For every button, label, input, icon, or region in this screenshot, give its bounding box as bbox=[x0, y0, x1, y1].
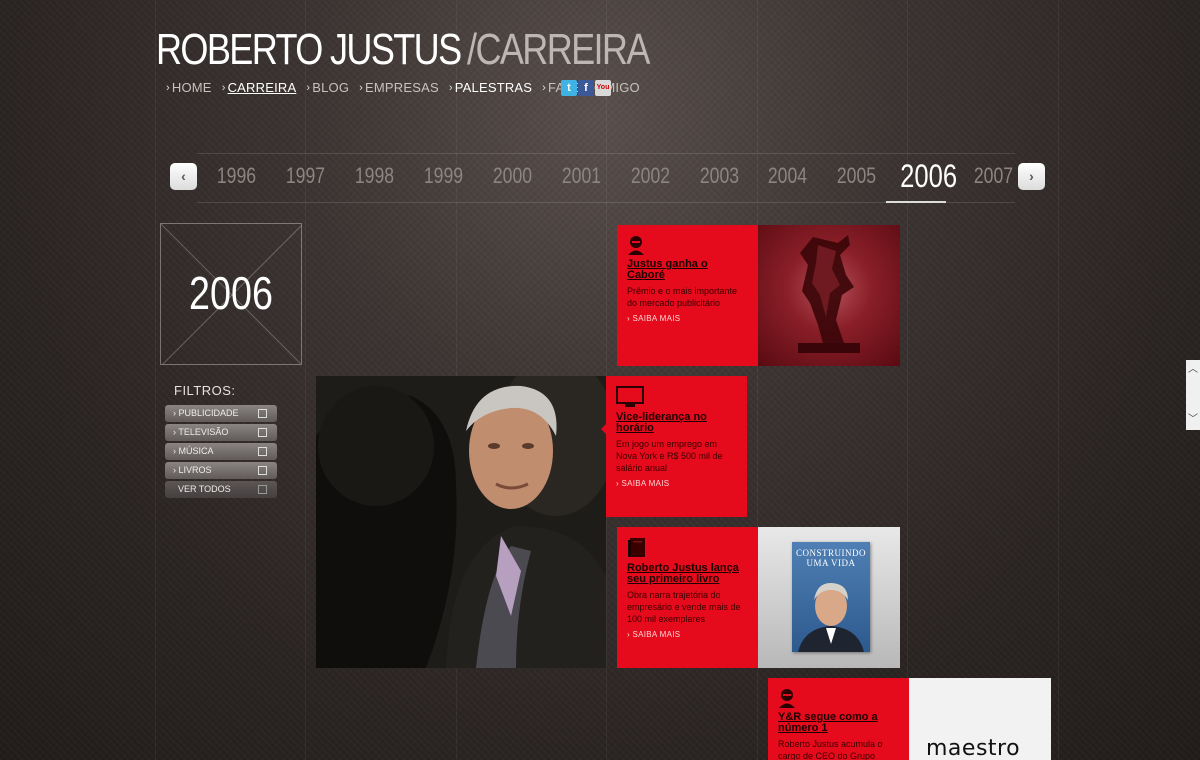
card-title[interactable]: Roberto Justus lança seu primeiro livro bbox=[627, 563, 748, 585]
timeline-year-2007[interactable]: 2007 bbox=[974, 163, 1013, 189]
timeline-year-2004[interactable]: 2004 bbox=[768, 163, 807, 189]
timeline-year-2002[interactable]: 2002 bbox=[631, 163, 670, 189]
timeline-year-2006[interactable]: 2006 bbox=[900, 158, 957, 195]
card-description: Roberto Justus acumula o cargo de CEO do… bbox=[778, 739, 883, 760]
youtube-icon[interactable]: You bbox=[595, 80, 611, 96]
checkbox-icon bbox=[258, 447, 267, 456]
checkbox-icon bbox=[258, 466, 267, 475]
book-title-line2: UMA VIDA bbox=[806, 558, 856, 568]
chevron-right-icon: › bbox=[359, 81, 364, 94]
person-icon bbox=[779, 689, 795, 708]
person-icon bbox=[628, 236, 644, 255]
facebook-icon[interactable]: f bbox=[578, 80, 594, 96]
book-cover-image[interactable]: CONSTRUINDO UMA VIDA bbox=[758, 527, 900, 668]
book-cover-portrait bbox=[798, 582, 864, 652]
book-cover: CONSTRUINDO UMA VIDA bbox=[792, 542, 870, 652]
chevron-right-icon: › bbox=[306, 81, 311, 94]
timeline-next-button[interactable]: › bbox=[1018, 163, 1045, 190]
card-title[interactable]: Vice-liderança no horário bbox=[616, 412, 737, 434]
trophy-icon bbox=[798, 235, 860, 353]
chevron-up-icon[interactable]: ︿ bbox=[1186, 360, 1200, 380]
chevron-right-icon: › bbox=[542, 81, 547, 94]
chevron-down-icon[interactable]: ﹀ bbox=[1186, 410, 1200, 430]
man-in-suit-photo bbox=[316, 376, 606, 668]
nav-palestras[interactable]: › PALESTRAS bbox=[449, 80, 532, 95]
filter-musica[interactable]: › MÚSICA bbox=[165, 443, 277, 460]
tv-icon bbox=[616, 386, 644, 407]
social-links: t f You bbox=[561, 80, 611, 96]
checkbox-icon bbox=[258, 428, 267, 437]
timeline-year-1997[interactable]: 1997 bbox=[286, 163, 325, 189]
maestro-logo-image[interactable]: maestro bbox=[909, 678, 1051, 760]
maestro-logo: maestro bbox=[926, 736, 1021, 760]
card-description: Obra narra trajetória do empresário e ve… bbox=[627, 590, 741, 624]
saiba-mais-link[interactable]: › SAIBA MAIS bbox=[627, 314, 748, 323]
nav-blog[interactable]: › BLOG bbox=[306, 80, 349, 95]
chevron-right-icon: › bbox=[221, 81, 226, 94]
timeline-year-1998[interactable]: 1998 bbox=[355, 163, 394, 189]
year-box-label: 2006 bbox=[189, 267, 273, 319]
title-separator: / bbox=[467, 25, 477, 74]
chevron-right-icon: › bbox=[448, 81, 453, 94]
checkbox-icon bbox=[258, 409, 267, 418]
checkbox-icon bbox=[258, 485, 267, 494]
book-icon bbox=[628, 538, 645, 557]
card-title[interactable]: Y&R segue como a número 1 bbox=[778, 712, 899, 734]
card-title[interactable]: Justus ganha o Caboré bbox=[627, 259, 748, 281]
nav-carreira[interactable]: › CARREIRA bbox=[222, 80, 297, 95]
saiba-mais-link[interactable]: › SAIBA MAIS bbox=[616, 479, 737, 488]
filter-livros[interactable]: › LIVROS bbox=[165, 462, 277, 479]
timeline-card-cabore[interactable]: Justus ganha o Caboré Prêmio e o mais im… bbox=[617, 225, 763, 366]
selected-year-underline bbox=[886, 201, 946, 203]
site-title: ROBERTO JUSTUS/CARREIRA bbox=[156, 25, 650, 74]
main-photo-apprentice bbox=[316, 376, 606, 668]
timeline-year-1999[interactable]: 1999 bbox=[424, 163, 463, 189]
filter-publicidade[interactable]: › PUBLICIDADE bbox=[165, 405, 277, 422]
page-scrollbar[interactable]: ︿ ﹀ bbox=[1186, 360, 1200, 430]
timeline-year-2000[interactable]: 2000 bbox=[493, 163, 532, 189]
timeline-year-2003[interactable]: 2003 bbox=[700, 163, 739, 189]
section-name: CARREIRA bbox=[475, 25, 650, 74]
filter-ver-todos[interactable]: VER TODOS bbox=[165, 481, 277, 498]
card-description: Prêmio e o mais importante do mercado pu… bbox=[627, 286, 738, 308]
timeline-year-2001[interactable]: 2001 bbox=[562, 163, 601, 189]
card-pointer bbox=[601, 424, 606, 434]
card-description: Em jogo um emprego em Nova York e R$ 500… bbox=[616, 439, 723, 473]
twitter-icon[interactable]: t bbox=[561, 80, 577, 96]
timeline-year-1996[interactable]: 1996 bbox=[217, 163, 256, 189]
year-box: 2006 bbox=[160, 223, 302, 365]
book-title-line1: CONSTRUINDO bbox=[795, 548, 866, 558]
filter-televisao[interactable]: › TELEVISÃO bbox=[165, 424, 277, 441]
timeline-card-livro[interactable]: Roberto Justus lança seu primeiro livro … bbox=[617, 527, 763, 668]
timeline-card-yr[interactable]: Y&R segue como a número 1 Roberto Justus… bbox=[768, 678, 914, 760]
cabore-trophy-image[interactable] bbox=[758, 225, 900, 366]
nav-home[interactable]: › HOME bbox=[166, 80, 212, 95]
filters-title: FILTROS: bbox=[174, 383, 236, 398]
site-name[interactable]: ROBERTO JUSTUS bbox=[156, 25, 462, 74]
chevron-right-icon: › bbox=[166, 81, 170, 94]
timeline-year-2005[interactable]: 2005 bbox=[837, 163, 876, 189]
nav-empresas[interactable]: › EMPRESAS bbox=[359, 80, 439, 95]
timeline-card-vice-lideranca[interactable]: Vice-liderança no horário Em jogo um emp… bbox=[601, 376, 747, 517]
timeline-prev-button[interactable]: ‹ bbox=[170, 163, 197, 190]
saiba-mais-link[interactable]: › SAIBA MAIS bbox=[627, 630, 748, 639]
